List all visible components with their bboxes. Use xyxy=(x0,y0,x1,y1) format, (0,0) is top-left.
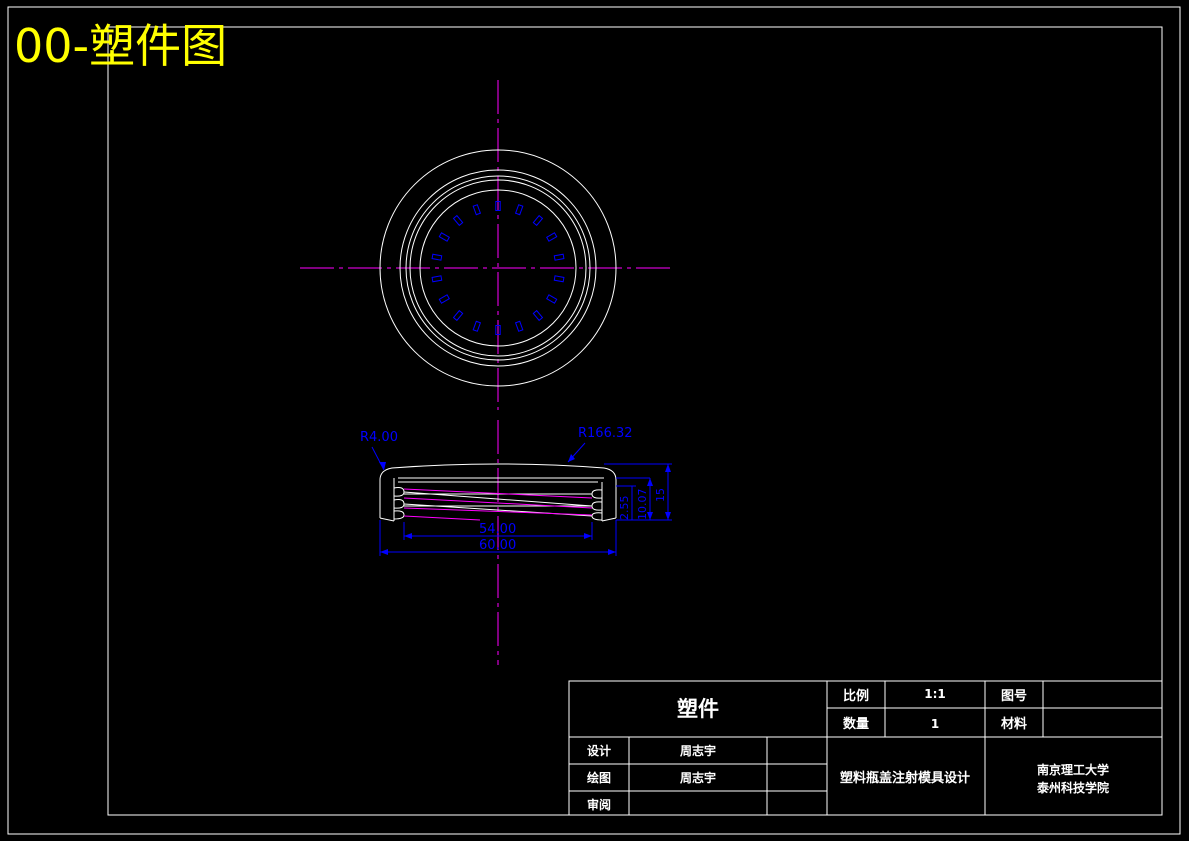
grip-rib xyxy=(514,204,524,216)
grip-rib xyxy=(553,275,565,283)
grip-rib xyxy=(472,320,482,332)
school-line1: 南京理工大学 xyxy=(1037,762,1109,777)
top-view xyxy=(300,80,674,410)
grip-rib xyxy=(546,294,558,304)
designer-name: 周志宇 xyxy=(680,743,716,758)
sheet-heading: 00-塑件图 xyxy=(14,19,227,73)
grip-rib xyxy=(438,232,450,242)
grip-rib xyxy=(452,214,464,227)
scale-value: 1:1 xyxy=(924,687,946,701)
left-wall-outer xyxy=(379,517,395,522)
right-wall-bottom xyxy=(601,517,617,522)
scale-label: 比例 xyxy=(843,688,869,704)
grip-rib xyxy=(514,320,524,332)
drawing-no-label: 图号 xyxy=(1001,689,1027,704)
dim-corner-radius: R4.00 xyxy=(360,430,398,445)
part-name: 塑件 xyxy=(677,697,719,721)
dim-top-radius: R166.32 xyxy=(578,426,633,441)
grip-rib xyxy=(472,204,482,216)
grip-rib xyxy=(452,309,464,322)
school-line2: 泰州科技学院 xyxy=(1036,780,1109,795)
outer-sheet-border xyxy=(7,6,1181,835)
reviewer-label: 审阅 xyxy=(587,797,611,812)
dim-inner-diameter: 54.00 xyxy=(479,522,516,537)
grip-rib xyxy=(546,232,558,242)
designer-label: 设计 xyxy=(587,743,611,758)
grip-rib xyxy=(431,275,443,283)
dim-height-mid: 10.07 xyxy=(636,489,649,521)
grip-rib xyxy=(431,253,443,261)
grip-rib xyxy=(553,253,565,261)
project-title: 塑料瓶盖注射模具设计 xyxy=(840,770,970,786)
dim-height-total: 15 xyxy=(654,488,667,502)
title-block-texts: 塑件 比例 1:1 图号 数量 1 材料 设计 周志宇 绘图 周志宇 审阅 塑料… xyxy=(587,687,1109,812)
section-view: R4.00 R166.32 54.00 60.00 2.55 10.07 15 xyxy=(360,420,672,665)
dim-outer-diameter: 60.00 xyxy=(479,538,516,553)
grip-rib xyxy=(532,309,544,322)
material-label: 材料 xyxy=(1001,716,1027,732)
qty-label: 数量 xyxy=(843,716,869,732)
grip-rib xyxy=(438,294,450,304)
qty-value: 1 xyxy=(931,717,939,731)
grip-rib xyxy=(532,214,544,227)
drafter-name: 周志宇 xyxy=(680,770,716,785)
dim-height-small: 2.55 xyxy=(618,496,631,521)
drafter-label: 绘图 xyxy=(587,770,611,785)
cad-drawing-sheet: 00-塑件图 R4.00 R166.32 54.00 60.00 2.55 10… xyxy=(7,6,1181,835)
